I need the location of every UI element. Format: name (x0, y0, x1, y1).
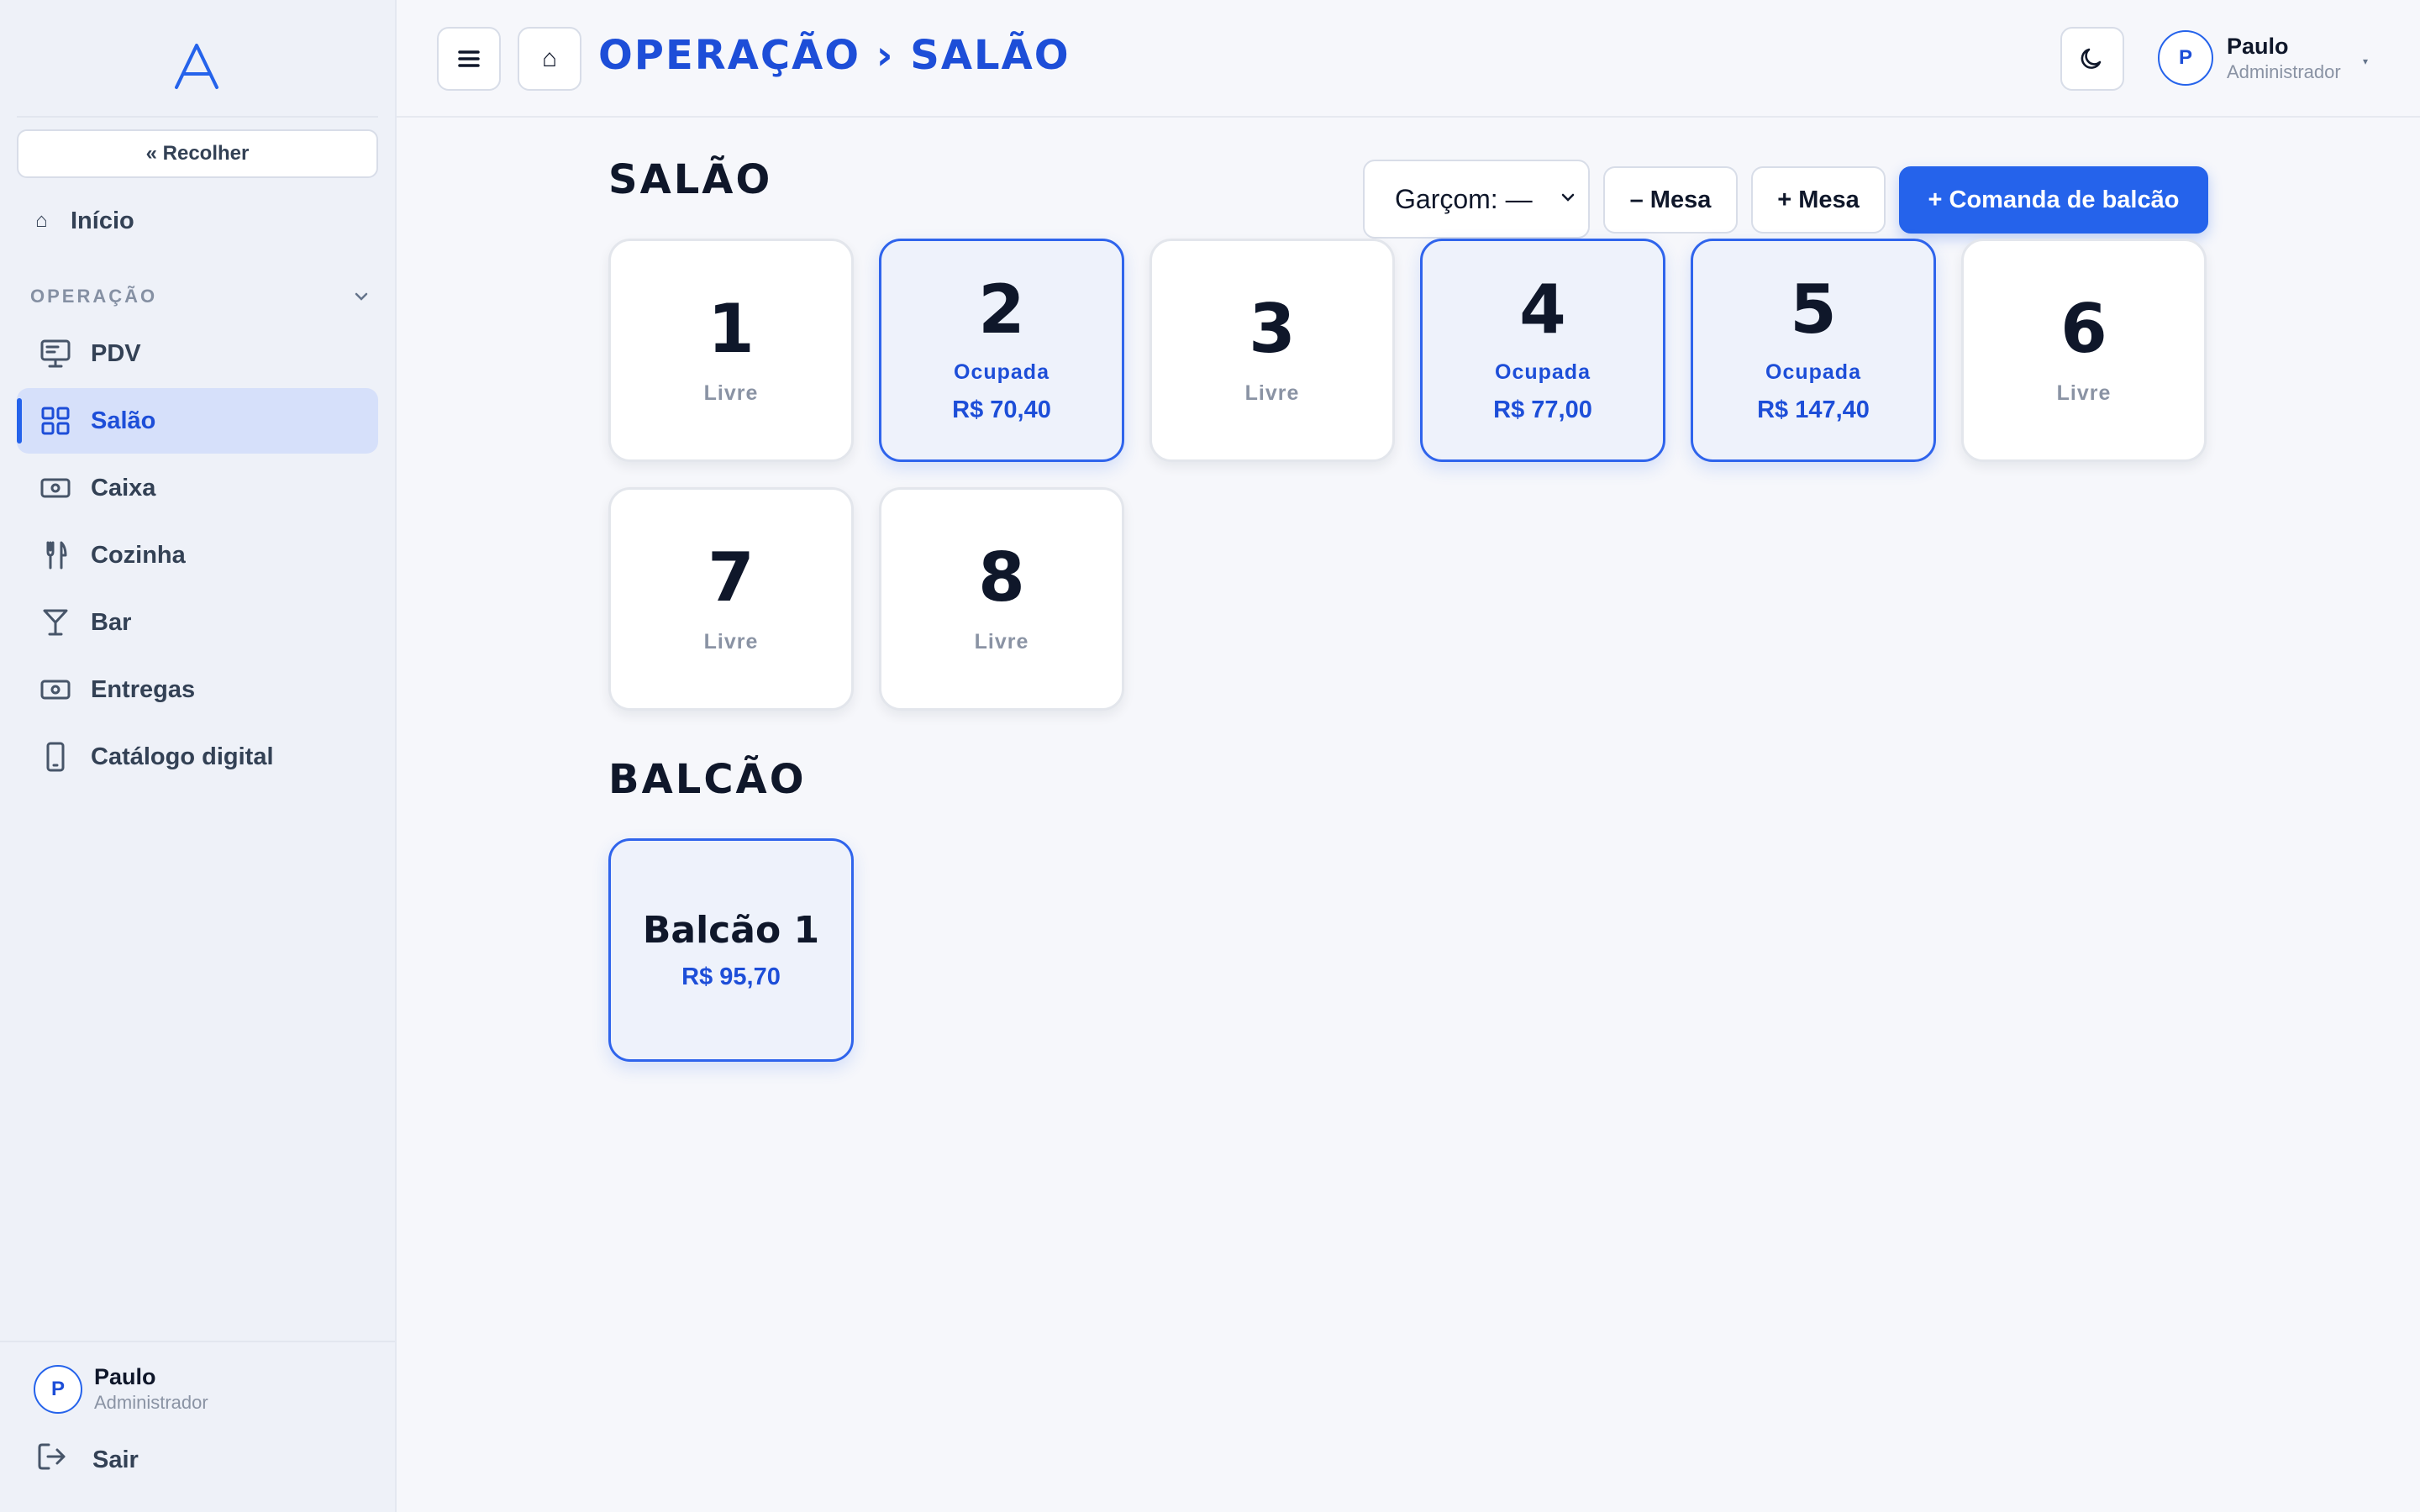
section-label: OPERAÇÃO (30, 286, 158, 307)
sidebar-divider (0, 1341, 395, 1342)
user-name: Paulo (94, 1364, 156, 1389)
table-card-8[interactable]: 8 Livre (879, 487, 1124, 711)
table-number: 2 (978, 270, 1025, 349)
counter-card-1[interactable]: Balcão 1 R$ 95,70 (608, 838, 854, 1062)
table-amount: R$ 70,40 (952, 396, 1051, 423)
sidebar: « Recolher ⌂ Início OPERAÇÃO PDV Salão C… (0, 0, 397, 1512)
table-amount: R$ 77,00 (1493, 396, 1592, 423)
brand-a-logo[interactable] (166, 37, 227, 97)
sidebar-item-label: Início (71, 207, 134, 234)
table-status: Ocupada (1765, 360, 1861, 384)
table-status: Livre (974, 629, 1029, 654)
user-role: Administrador (2227, 60, 2341, 82)
logout-button[interactable]: Sair (37, 1441, 139, 1478)
add-table-button[interactable]: + Mesa (1751, 166, 1886, 234)
sidebar-user[interactable]: P Paulo Administrador (34, 1364, 208, 1414)
menu-button[interactable] (437, 27, 501, 91)
table-card-7[interactable]: 7 Livre (608, 487, 854, 711)
sidebar-item-label: PDV (91, 339, 141, 367)
table-number: 7 (708, 538, 755, 617)
table-card-5[interactable]: 5 Ocupada R$ 147,40 (1691, 239, 1936, 462)
table-number: 4 (1519, 270, 1566, 349)
table-card-3[interactable]: 3 Livre (1150, 239, 1395, 462)
remove-table-button[interactable]: – Mesa (1603, 166, 1738, 234)
utensils-icon (17, 540, 91, 570)
breadcrumb: OPERAÇÃO › SALÃO (598, 32, 1071, 79)
table-card-2[interactable]: 2 Ocupada R$ 70,40 (879, 239, 1124, 462)
table-number: 8 (978, 538, 1025, 617)
waiter-select-value: Garçom: — (1395, 183, 1533, 214)
table-card-1[interactable]: 1 Livre (608, 239, 854, 462)
sidebar-item-salao[interactable]: Salão (17, 388, 378, 454)
home-icon: ⌂ (541, 45, 558, 72)
sidebar-item-label: Bar (91, 608, 132, 636)
logout-label: Sair (92, 1446, 139, 1473)
table-status: Ocupada (954, 360, 1050, 384)
table-status: Livre (703, 629, 759, 654)
sidebar-item-bar[interactable]: Bar (17, 590, 378, 655)
cash-icon (17, 678, 91, 701)
theme-toggle-button[interactable] (2060, 27, 2124, 91)
hamburger-icon (458, 50, 480, 67)
sidebar-item-entregas[interactable]: Entregas (17, 657, 378, 722)
table-number: 3 (1249, 289, 1296, 368)
monitor-icon (17, 339, 91, 369)
table-status: Ocupada (1495, 360, 1591, 384)
home-icon: ⌂ (35, 209, 48, 232)
moon-icon (2081, 48, 2102, 69)
topbar: ⌂ OPERAÇÃO › SALÃO P Paulo Administrador… (397, 0, 2420, 118)
chevron-down-icon (355, 292, 368, 301)
logout-icon (37, 1441, 67, 1478)
sidebar-item-cozinha[interactable]: Cozinha (17, 522, 378, 588)
counter-name: Balcão 1 (642, 909, 820, 952)
new-counter-order-button[interactable]: + Comanda de balcão (1899, 166, 2208, 234)
table-amount: R$ 147,40 (1757, 396, 1870, 423)
home-button[interactable]: ⌂ (518, 27, 581, 91)
table-number: 1 (708, 289, 755, 368)
caret-down-icon[interactable]: ▾ (2363, 55, 2368, 67)
section-toggle-operacao[interactable]: OPERAÇÃO (30, 282, 370, 311)
table-status: Livre (2056, 381, 2112, 405)
sidebar-item-label: Salão (91, 407, 156, 434)
grid-icon (17, 406, 91, 436)
table-card-6[interactable]: 6 Livre (1961, 239, 2207, 462)
sidebar-item-label: Entregas (91, 675, 196, 703)
chevron-down-icon (1561, 193, 1575, 202)
section-title-balcao: BALCÃO (608, 756, 807, 803)
sidebar-item-label: Catálogo digital (91, 743, 274, 770)
cocktail-icon (17, 607, 91, 638)
avatar: P (34, 1364, 82, 1414)
user-name: Paulo (2227, 33, 2289, 59)
user-menu[interactable]: P Paulo Administrador (2158, 30, 2341, 86)
smartphone-icon (17, 741, 91, 773)
avatar: P (2158, 30, 2213, 86)
counter-amount: R$ 95,70 (681, 963, 781, 990)
sidebar-item-home[interactable]: ⌂ Início (17, 198, 378, 244)
table-number: 6 (2060, 289, 2107, 368)
table-status: Livre (703, 381, 759, 405)
sidebar-item-label: Cozinha (91, 541, 186, 569)
sidebar-divider (17, 116, 378, 118)
sidebar-item-pdv[interactable]: PDV (17, 321, 378, 386)
waiter-select[interactable]: Garçom: — (1363, 160, 1590, 239)
table-number: 5 (1790, 270, 1837, 349)
sidebar-item-catalogo[interactable]: Catálogo digital (17, 724, 378, 790)
cash-icon (17, 476, 91, 500)
collapse-sidebar-button[interactable]: « Recolher (17, 129, 378, 178)
table-status: Livre (1244, 381, 1300, 405)
user-role: Administrador (94, 1392, 208, 1413)
sidebar-item-caixa[interactable]: Caixa (17, 455, 378, 521)
section-title-salao: SALÃO (608, 156, 773, 203)
table-card-4[interactable]: 4 Ocupada R$ 77,00 (1420, 239, 1665, 462)
sidebar-item-label: Caixa (91, 474, 156, 501)
